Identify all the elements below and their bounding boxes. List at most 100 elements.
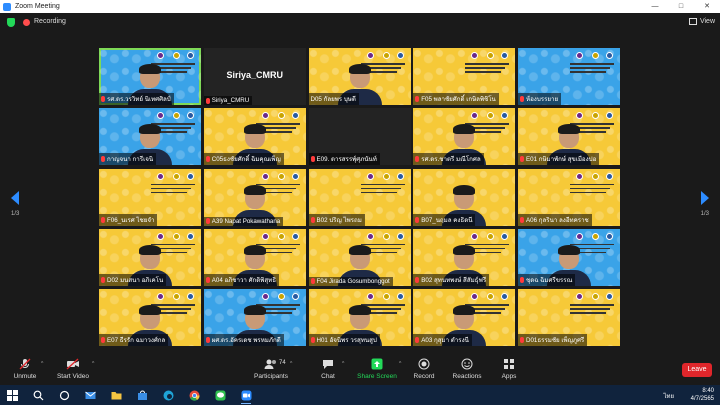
line-app-icon[interactable] [213,388,227,402]
participants-button[interactable]: 74 Participants [252,358,290,380]
banner-text-line [255,304,300,306]
emblem-icon [471,232,479,240]
tray-language[interactable]: ไทย [664,391,675,401]
participant-tile[interactable]: ผศ.ดร.อัครเดช พรหมภักดี [203,289,306,346]
participant-head [453,124,476,149]
mic-muted-icon [415,337,420,343]
participant-head [139,305,161,329]
participant-tile[interactable]: E01 กษิมาพักษ์ สุขเมืองปอ [518,108,620,166]
participant-tile[interactable]: B07_นฤมล คงธิดนี [413,168,516,226]
file-explorer-icon[interactable] [109,388,123,402]
apps-icon [497,358,521,370]
participant-tile[interactable]: B02 ปริญ ไพรถม [308,168,411,226]
emblem-icon [592,293,599,300]
participant-tile[interactable]: ห้องบรรยาย [518,48,620,105]
participants-caret-icon[interactable]: ^ [290,361,292,367]
participant-tile[interactable]: A06 กุลรินา ลงอีทคราช [518,168,620,226]
store-icon[interactable] [135,388,149,402]
emblem-icon [366,172,374,180]
participant-tile[interactable]: F06_นเรศ ไชยจำ [99,168,201,226]
banner-text-line [255,243,300,246]
banner-text-line [570,312,606,314]
emblem-icon [291,172,299,180]
share-caret-icon[interactable]: ^ [399,361,401,367]
participant-name: A03 กุสุมา ดำรงนี [421,337,469,344]
participant-tile[interactable]: H01 อัจนิพร วรสุทนสูป [308,289,411,346]
banner-text-line [151,63,195,65]
participant-name: ชุดฉ ฉิมศรีขรรณ [526,276,573,284]
participant-tile[interactable]: F05 พลาชัยศักดิ์ เกษิลพิชิโน [413,48,516,105]
participant-name-tag: ผศ.ดร.อัครเดช พรหมภักดี [203,334,284,346]
participant-tile[interactable]: A03 กุสุมา ดำรงนี [413,289,516,346]
participant-head [348,244,371,269]
task-view-icon[interactable] [57,388,71,402]
banner-text-line [151,304,195,306]
participant-hair [453,305,476,315]
participant-tile[interactable]: รศ.ดร.วรวิทย์ นิเทศศิลป์ [99,48,201,105]
windows-start-icon[interactable] [5,388,19,402]
apps-button[interactable]: Apps [497,358,521,380]
participant-name: Siriya_CMRU [211,97,250,104]
view-button[interactable]: View [688,18,715,25]
emblem-icon [382,172,390,180]
maximize-button[interactable]: □ [668,0,694,13]
window-title: Zoom Meeting [15,3,60,10]
participant-tile[interactable]: กาญจนา การีเจนิ [99,108,201,166]
participant-tile[interactable]: C05ธงชัยศักดิ์ ฉิมคุณเพ็ญ [203,108,306,166]
zoom-taskbar-icon[interactable] [239,388,253,404]
chat-caret-icon[interactable]: ^ [342,361,344,367]
participant-tile[interactable]: ชุดฉ ฉิมศรีขรรณ [518,228,620,286]
participant-tile[interactable]: E09. ดารสรรพุ์ศุภนันท์ [308,108,411,166]
mic-muted-icon [310,156,315,163]
previous-page-button[interactable] [8,190,22,206]
participant-hair [453,244,476,255]
mic-muted-icon [101,96,105,102]
video-options-caret-icon[interactable]: ^ [92,361,94,367]
start-video-button[interactable]: Start Video [55,358,91,380]
record-button[interactable]: Record [411,358,437,380]
next-page-button[interactable] [698,190,712,206]
emblem-icon [471,52,479,59]
security-shield-icon[interactable] [7,18,15,27]
banner-text-line [151,191,187,193]
page-indicator-right: 1/3 [700,211,709,217]
participant-tile[interactable]: A04 อภิชาวา ศักดิพิสุทธิ [203,228,306,286]
system-clock[interactable]: 8:40 4/7/2565 [691,387,714,403]
participant-hair [139,244,161,255]
emblem-icon [173,112,180,120]
participant-tile[interactable]: D02 มนสนา อภิเคโน [99,228,201,286]
participant-tile[interactable]: A39 Napat Pokawathana [203,168,306,226]
share-screen-button[interactable]: Share Screen [356,358,398,380]
participant-tile[interactable]: Siriya_CMRU Siriya_CMRU [203,48,306,105]
emblem-icon [606,172,613,180]
banner-text-line [151,123,195,125]
close-button[interactable]: ✕ [694,0,720,13]
mic-muted-icon [415,216,420,223]
participant-name-tag: กาญจนา การีเจนิ [99,153,157,166]
banner-text-line [465,123,510,125]
participant-tile[interactable]: B02 สุทนทพงษ์ สีสัมธุ์ฟรี [413,228,516,286]
mail-icon[interactable] [83,388,97,402]
university-banner [568,52,616,76]
chrome-browser-icon[interactable] [187,388,201,402]
participant-name: A04 อภิชาวา ศักดิพิสุทธิ [211,276,277,284]
chat-button[interactable]: Chat [315,358,341,380]
mic-muted-icon [101,156,105,163]
participant-name-tag: D02 มนสนา อภิเคโน [99,273,167,286]
minimize-button[interactable]: — [642,0,668,13]
participant-tile[interactable]: D01ธรรมชัย เพ็ญภูศรี [518,289,620,346]
unmute-button[interactable]: Unmute [11,358,39,380]
reactions-button[interactable]: Reactions [451,358,483,380]
participant-name-tag: รศ.ดร.ชาตรี มณีโกศล [413,153,484,166]
participant-hair [348,64,371,74]
participant-tile[interactable]: D05 กัลยพร บุษดี [308,48,411,105]
audio-options-caret-icon[interactable]: ^ [41,361,43,367]
banner-text-line [465,243,510,246]
participant-tile[interactable]: E07 ธีรรัก ฉมาวงศ์กล [99,289,201,346]
participant-tile[interactable]: F04 Jirada Gosumbonggot [308,228,411,286]
leave-button[interactable]: Leave [682,363,712,377]
participant-tile[interactable]: รศ.ดร.ชาตรี มณีโกศล [413,108,516,166]
edge-browser-icon[interactable] [161,388,175,402]
search-icon[interactable] [31,388,45,402]
emblem-icon [382,293,390,300]
